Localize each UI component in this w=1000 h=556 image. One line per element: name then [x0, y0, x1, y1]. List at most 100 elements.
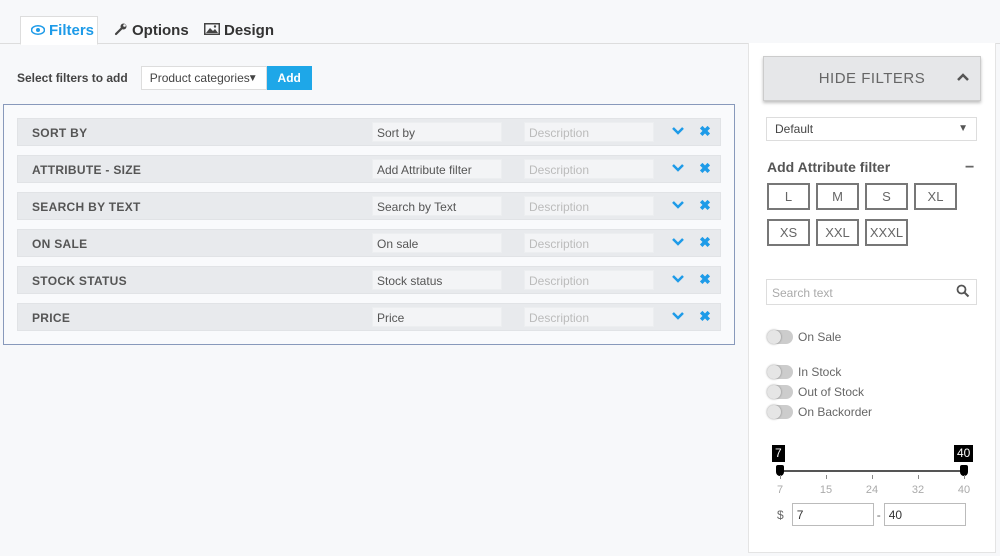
range-tick-label: 7	[776, 484, 784, 496]
close-icon[interactable]: ✖	[698, 270, 712, 288]
chevron-down-icon[interactable]	[670, 196, 686, 214]
filter-row-search-by-text[interactable]: SEARCH BY TEXT Search by Text Descriptio…	[17, 192, 721, 220]
chevron-down-icon[interactable]	[670, 307, 686, 325]
toggle-switch[interactable]	[767, 330, 793, 344]
filter-row-title: SEARCH BY TEXT	[32, 200, 141, 214]
tab-design-label: Design	[224, 21, 275, 39]
toggle-switch[interactable]	[767, 405, 793, 419]
eye-icon	[30, 23, 46, 38]
toggle-switch[interactable]	[767, 365, 793, 379]
filter-row-price[interactable]: PRICE Price Description ✖	[17, 303, 721, 331]
hide-filters-label: HIDE FILTERS	[818, 70, 926, 87]
close-icon[interactable]: ✖	[698, 196, 712, 214]
price-max-input[interactable]: 40	[883, 503, 966, 526]
size-option-xs[interactable]: XS	[767, 219, 810, 246]
image-icon	[204, 22, 220, 38]
tab-design[interactable]: Design	[194, 16, 284, 44]
close-icon[interactable]: ✖	[698, 122, 712, 140]
price-range-inputs: $ 7 - 40	[777, 503, 966, 526]
toggle-label: Out of Stock	[798, 385, 865, 399]
filter-row-stock-status[interactable]: STOCK STATUS Stock status Description ✖	[17, 266, 721, 294]
size-option-l[interactable]: L	[767, 183, 810, 210]
tab-bar: Filters Options Design	[0, 0, 1000, 45]
range-separator: -	[876, 507, 881, 522]
price-min-input[interactable]: 7	[791, 503, 874, 526]
close-icon[interactable]: ✖	[698, 233, 712, 251]
toggle-label: On Backorder	[798, 405, 873, 419]
size-option-xxxl[interactable]: XXXL	[865, 219, 908, 246]
filter-row-title: STOCK STATUS	[32, 274, 127, 288]
range-tick-label: 24	[865, 484, 879, 496]
range-tick-label: 15	[819, 484, 833, 496]
size-option-xl[interactable]: XL	[914, 183, 957, 210]
add-filter-label: Select filters to add	[17, 71, 128, 85]
tab-filters[interactable]: Filters	[20, 16, 98, 45]
filter-description-input[interactable]: Description	[524, 159, 654, 179]
range-tick	[918, 475, 919, 479]
add-filter-bar: Select filters to add Product categories…	[17, 66, 312, 90]
filter-type-value: Product categories	[149, 71, 250, 85]
tab-options[interactable]: Options	[104, 16, 199, 44]
size-option-m[interactable]: M	[816, 183, 859, 210]
range-tick-label: 40	[957, 484, 971, 496]
chevron-down-icon[interactable]	[670, 159, 686, 177]
toggle-in-stock[interactable]: In Stock	[767, 364, 841, 380]
range-track[interactable]	[780, 470, 965, 472]
range-tick	[826, 475, 827, 479]
filter-name-input[interactable]: Sort by	[372, 122, 502, 142]
search-icon[interactable]	[956, 284, 970, 298]
toggle-switch[interactable]	[767, 385, 793, 399]
filter-description-input[interactable]: Description	[524, 270, 654, 290]
filter-row-title: ATTRIBUTE - SIZE	[32, 163, 142, 177]
filter-name-input[interactable]: Price	[372, 307, 502, 327]
search-text-input[interactable]: Search text	[766, 279, 977, 305]
range-tick	[872, 475, 873, 479]
range-min-tooltip: 7	[772, 445, 785, 462]
filter-list: SORT BY Sort by Description ✖ ATTRIBUTE …	[3, 104, 735, 345]
sort-select[interactable]: Default ▼	[766, 117, 977, 141]
filter-row-title: ON SALE	[32, 237, 88, 251]
range-tick-label: 32	[911, 484, 925, 496]
caret-down-icon: ▼	[247, 72, 258, 84]
filter-description-input[interactable]: Description	[524, 307, 654, 327]
caret-down-icon: ▼	[958, 123, 968, 134]
close-icon[interactable]: ✖	[698, 307, 712, 325]
currency-symbol: $	[777, 507, 784, 522]
hide-filters-button[interactable]: HIDE FILTERS	[763, 56, 981, 101]
chevron-down-icon[interactable]	[670, 233, 686, 251]
sort-select-value: Default	[775, 122, 814, 136]
search-placeholder: Search text	[772, 286, 833, 300]
add-filter-button[interactable]: Add	[266, 66, 312, 90]
collapse-icon[interactable]: −	[965, 159, 974, 177]
filter-description-input[interactable]: Description	[524, 196, 654, 216]
toggle-on-backorder[interactable]: On Backorder	[767, 404, 872, 420]
filter-description-input[interactable]: Description	[524, 233, 654, 253]
filter-description-input[interactable]: Description	[524, 122, 654, 142]
chevron-up-icon	[956, 69, 970, 87]
filter-preview-panel: HIDE FILTERS Default ▼ Add Attribute fil…	[748, 43, 996, 553]
toggle-on-sale[interactable]: On Sale	[767, 329, 841, 345]
wrench-icon	[114, 22, 128, 39]
filter-name-input[interactable]: Search by Text	[372, 196, 502, 216]
filter-name-input[interactable]: On sale	[372, 233, 502, 253]
chevron-down-icon[interactable]	[670, 270, 686, 288]
filter-row-sort-by[interactable]: SORT BY Sort by Description ✖	[17, 118, 721, 146]
toggle-label: In Stock	[798, 365, 842, 379]
size-option-xxl[interactable]: XXL	[816, 219, 859, 246]
filter-name-input[interactable]: Stock status	[372, 270, 502, 290]
filter-row-attribute-size[interactable]: ATTRIBUTE - SIZE Add Attribute filter De…	[17, 155, 721, 183]
filter-row-title: PRICE	[32, 311, 71, 325]
size-option-s[interactable]: S	[865, 183, 908, 210]
filter-row-on-sale[interactable]: ON SALE On sale Description ✖	[17, 229, 721, 257]
range-tick	[964, 475, 965, 479]
chevron-down-icon[interactable]	[670, 122, 686, 140]
toggle-out-of-stock[interactable]: Out of Stock	[767, 384, 864, 400]
tab-filters-label: Filters	[49, 22, 95, 39]
filter-type-select[interactable]: Product categories ▼	[140, 66, 267, 90]
toggle-label: On Sale	[798, 330, 842, 344]
filter-name-input[interactable]: Add Attribute filter	[372, 159, 502, 179]
tab-options-label: Options	[132, 21, 189, 39]
close-icon[interactable]: ✖	[698, 159, 712, 177]
range-tick	[780, 475, 781, 479]
attribute-filter-heading: Add Attribute filter	[767, 159, 891, 175]
